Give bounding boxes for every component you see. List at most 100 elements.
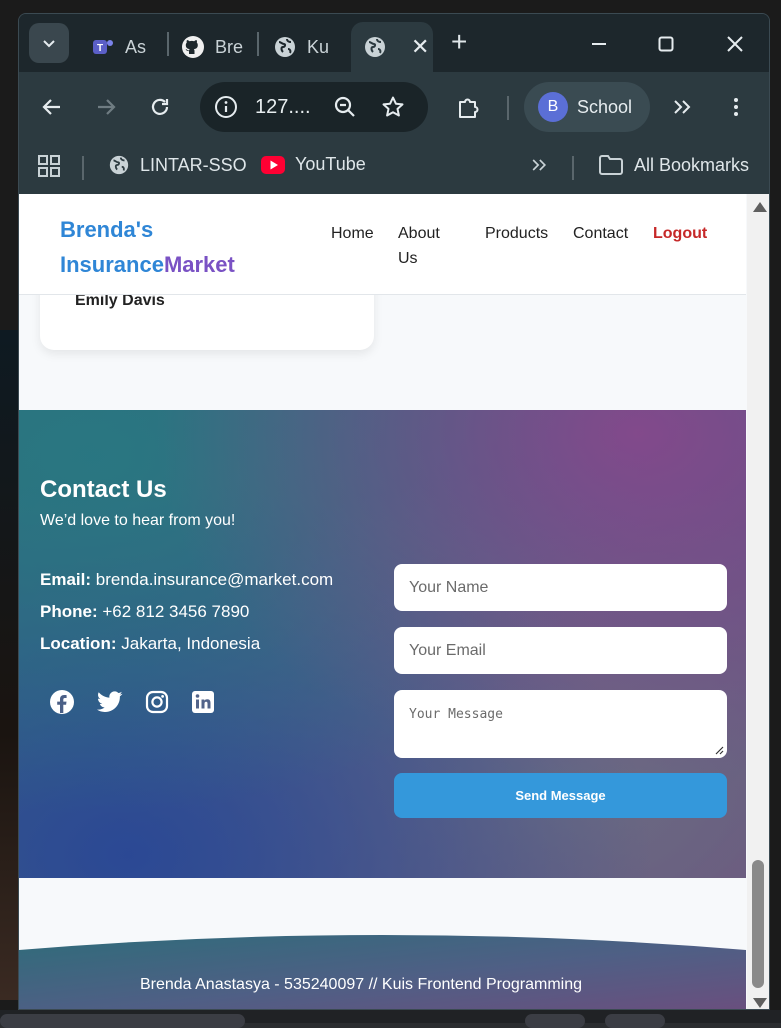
- site-footer: Brenda Anastasya - 535240097 // Kuis Fro…: [19, 914, 746, 1009]
- page-viewport: Emily Davis Brenda's InsuranceMarket Hom…: [19, 194, 769, 1009]
- globe-icon: [363, 35, 387, 59]
- puzzle-icon: [459, 98, 479, 118]
- contact-phone: Phone: +62 812 3456 7890: [40, 602, 249, 622]
- reload-icon: [151, 98, 169, 115]
- minimize-icon: [592, 43, 606, 45]
- chevron-down-icon: [43, 40, 55, 48]
- extensions-button[interactable]: [456, 94, 482, 120]
- site-logo[interactable]: Brenda's InsuranceMarket: [60, 212, 235, 282]
- footer-credit: Brenda Anastasya - 535240097 // Kuis Fro…: [139, 976, 583, 993]
- nav-logout[interactable]: Logout: [653, 221, 707, 246]
- send-message-button[interactable]: Send Message: [394, 773, 727, 818]
- facebook-icon[interactable]: [48, 688, 76, 716]
- zoom-icon[interactable]: [333, 95, 357, 124]
- instagram-icon[interactable]: [143, 688, 171, 716]
- location-value: Jakarta, Indonesia: [121, 634, 261, 653]
- scroll-up-arrow-icon[interactable]: [753, 202, 767, 212]
- nav-contact[interactable]: Contact: [573, 221, 628, 246]
- linkedin-icon[interactable]: [189, 688, 217, 716]
- page-scrollbar[interactable]: [747, 194, 769, 1009]
- svg-text:T: T: [97, 43, 103, 54]
- name-input[interactable]: Your Name: [394, 564, 727, 611]
- browser-menu-button[interactable]: [723, 94, 749, 120]
- phone-label: Phone:: [40, 602, 98, 621]
- send-message-label: Send Message: [515, 788, 606, 803]
- contact-title: Contact Us: [40, 476, 167, 503]
- tab-active[interactable]: ✕: [351, 22, 433, 72]
- resize-handle-icon[interactable]: [714, 745, 724, 755]
- nav-products[interactable]: Products: [485, 221, 548, 246]
- email-label: Email:: [40, 570, 92, 589]
- bookmarks-separator: [82, 156, 84, 180]
- nav-about[interactable]: About Us: [398, 221, 462, 271]
- message-textarea[interactable]: Your Message: [394, 690, 727, 758]
- brand-line-1: Brenda's: [60, 217, 154, 242]
- site-navbar: Brenda's InsuranceMarket Home About Us P…: [19, 194, 746, 295]
- tab-label: Ku: [307, 36, 330, 57]
- brand-line-2: InsuranceMarket: [60, 247, 235, 282]
- close-tab-icon[interactable]: ✕: [411, 34, 429, 60]
- more-bookmarks-button[interactable]: [529, 155, 549, 175]
- url-text[interactable]: 127....: [255, 96, 311, 119]
- phone-value: +62 812 3456 7890: [102, 602, 250, 621]
- tab-label: Bre: [215, 36, 244, 57]
- web-page: Emily Davis Brenda's InsuranceMarket Hom…: [19, 194, 746, 1009]
- tab-github[interactable]: Bre: [181, 22, 257, 72]
- bookmark-label: YouTube: [295, 154, 366, 174]
- taskbar-item[interactable]: [0, 1014, 245, 1028]
- profile-button[interactable]: B School: [524, 82, 650, 132]
- close-icon: [727, 36, 743, 52]
- email-input[interactable]: Your Email: [394, 627, 727, 674]
- address-bar[interactable]: 127....: [200, 82, 428, 132]
- bookmark-label: LINTAR-SSO: [140, 154, 247, 175]
- profile-label: School: [577, 96, 633, 117]
- all-bookmarks-button[interactable]: All Bookmarks: [598, 154, 749, 176]
- brand-market: Market: [163, 252, 235, 277]
- bookmark-youtube[interactable]: YouTube: [261, 154, 366, 175]
- arrow-right-icon: [98, 99, 116, 115]
- back-button[interactable]: [39, 94, 65, 120]
- contact-email: Email: brenda.insurance@market.com: [40, 570, 333, 590]
- close-window-button[interactable]: [720, 30, 750, 58]
- desktop-wallpaper-strip: [0, 330, 18, 1000]
- double-chevron-right-icon: [674, 100, 691, 114]
- globe-icon: [108, 154, 130, 176]
- more-tools-button[interactable]: [669, 94, 695, 120]
- brand-insurance: Insurance: [60, 252, 164, 277]
- tab-kuis[interactable]: Ku: [273, 22, 349, 72]
- youtube-icon: [261, 155, 285, 174]
- name-placeholder: Your Name: [409, 578, 489, 596]
- tab-teams[interactable]: T As: [91, 22, 167, 72]
- avatar: B: [538, 92, 568, 122]
- message-placeholder: Your Message: [409, 707, 503, 722]
- minimize-button[interactable]: [584, 30, 614, 58]
- toolbar-separator: [507, 96, 509, 120]
- location-label: Location:: [40, 634, 117, 653]
- browser-window: T As Bre Ku ✕ + 127.... B School LINTAR-…: [18, 13, 770, 1010]
- contact-subtitle: We’d love to hear from you!: [40, 512, 236, 529]
- email-placeholder: Your Email: [409, 641, 486, 659]
- all-bookmarks-label: All Bookmarks: [634, 154, 750, 175]
- scroll-down-arrow-icon[interactable]: [753, 998, 767, 1008]
- nav-home[interactable]: Home: [331, 221, 374, 246]
- maximize-icon: [658, 36, 674, 52]
- bookmark-star-icon[interactable]: [381, 95, 405, 124]
- forward-button[interactable]: [93, 94, 119, 120]
- tab-search-button[interactable]: [29, 23, 69, 63]
- scrollbar-thumb[interactable]: [752, 860, 764, 988]
- site-info-icon[interactable]: [214, 95, 238, 124]
- taskbar-item[interactable]: [605, 1014, 665, 1028]
- bookmark-lintar-sso[interactable]: LINTAR-SSO: [108, 154, 247, 176]
- browser-toolbar: 127.... B School: [19, 72, 769, 142]
- new-tab-button[interactable]: +: [451, 28, 467, 56]
- apps-button[interactable]: [37, 154, 61, 178]
- maximize-button[interactable]: [651, 30, 681, 58]
- reload-button[interactable]: [147, 94, 173, 120]
- apps-grid-icon: [38, 155, 60, 177]
- footer-wave: [19, 935, 746, 1009]
- github-icon: [181, 35, 205, 59]
- taskbar-item[interactable]: [525, 1014, 585, 1028]
- tab-separator: [167, 32, 169, 56]
- tab-label: As: [125, 36, 147, 57]
- twitter-icon[interactable]: [96, 688, 124, 716]
